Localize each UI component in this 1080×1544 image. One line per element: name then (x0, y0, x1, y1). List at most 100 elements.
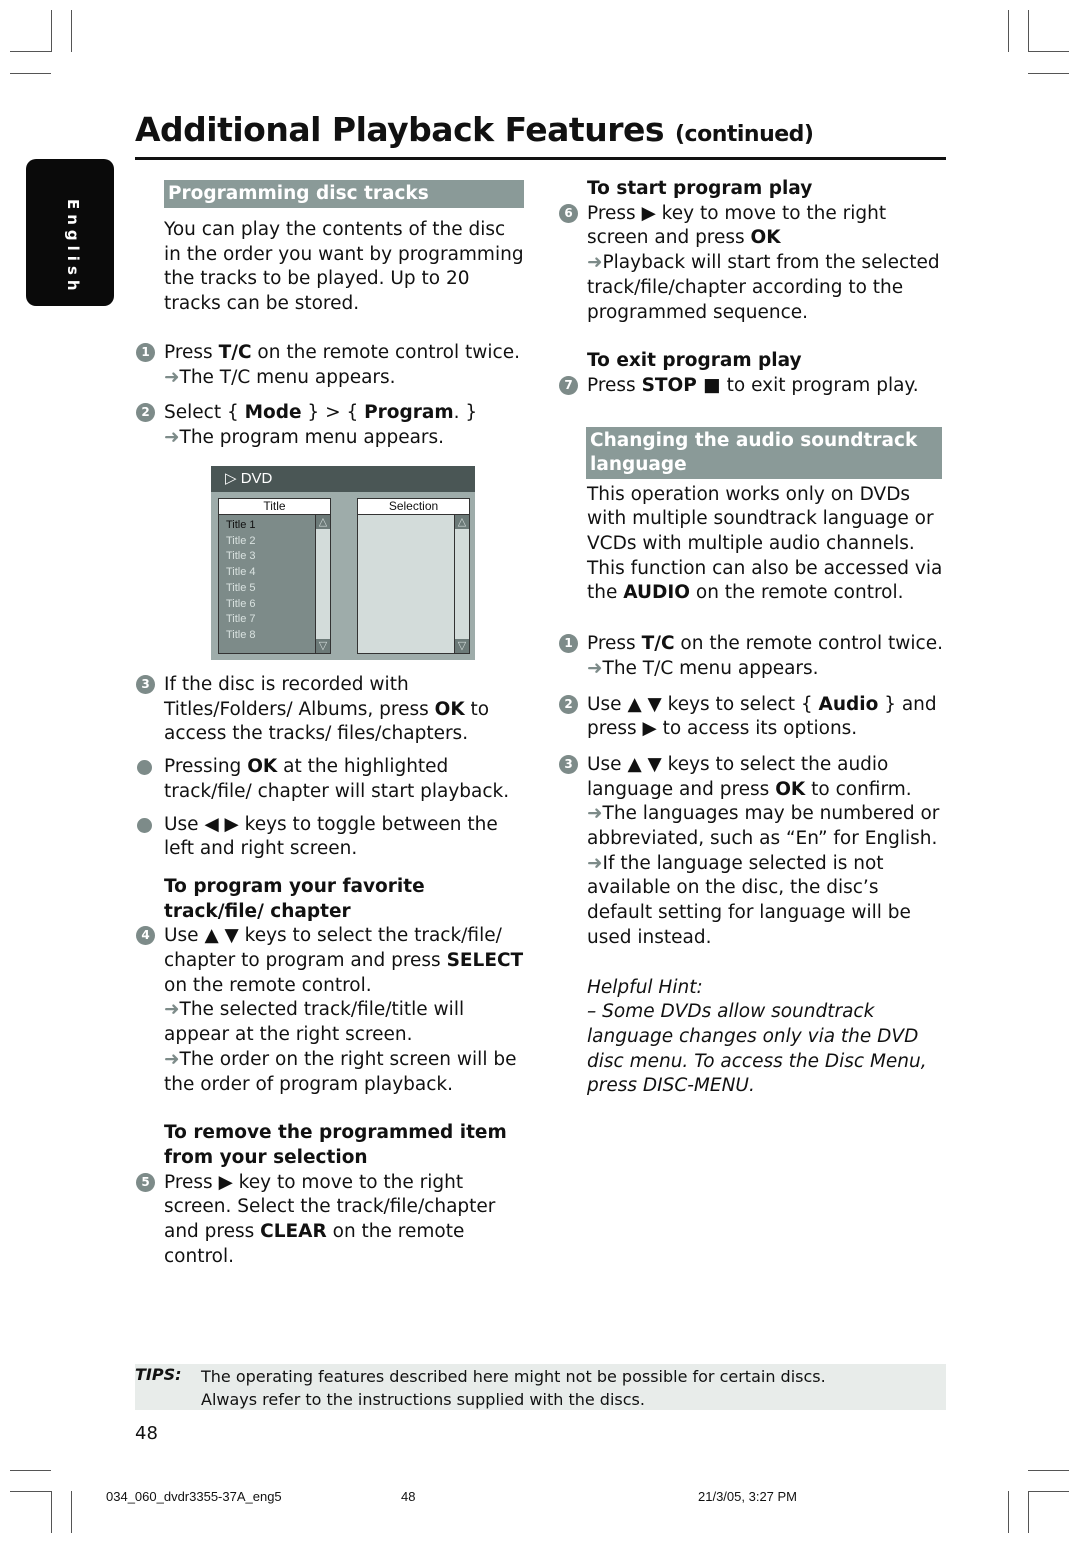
step-number-badge: 6 (559, 203, 578, 223)
arrow-icon: ➜ (164, 1048, 180, 1070)
crop-mark (71, 10, 72, 52)
step-result: The selected track/file/title will appea… (164, 999, 465, 1046)
step-5: 5 Press ▶ key to move to the right scree… (136, 1171, 529, 1270)
step-result: The order on the right screen will be th… (164, 1048, 517, 1095)
menu-label: Program (364, 402, 454, 424)
language-tab-label: English (64, 199, 82, 296)
key-label: SELECT (446, 950, 524, 972)
step-number-badge: 2 (559, 694, 578, 714)
step-text: . } (453, 402, 478, 424)
title-list: Title 1 Title 2 Title 3 Title 4 Title 5 … (219, 515, 315, 653)
key-label: OK (750, 227, 781, 249)
step-text: to confirm. (805, 778, 912, 800)
audio-intro-2: This function can also be accessed via t… (587, 557, 947, 606)
step-number-badge: 1 (136, 342, 155, 362)
audio-step-1: 1 Press T/C on the remote control twice.… (559, 632, 947, 681)
crop-mark (10, 51, 51, 52)
footer-timestamp: 21/3/05, 3:27 PM (698, 1489, 798, 1504)
title-list-item[interactable]: Title 7 (219, 612, 315, 628)
subheading-program-favorite: To program your favorite track/file/ cha… (164, 875, 425, 922)
step-text: Press (587, 633, 642, 655)
bullet-text: Pressing (164, 756, 248, 778)
scroll-up-icon[interactable]: △ (455, 515, 469, 529)
step-result: The T/C menu appears. (602, 657, 819, 679)
audio-step-3: 3 Use ▲ ▼ keys to select the audio langu… (559, 753, 947, 951)
step-result: The languages may be numbered or abbrevi… (587, 803, 940, 850)
step-text: Press (164, 341, 219, 363)
page-number: 48 (135, 1423, 158, 1444)
title-list-item[interactable]: Title 5 (219, 581, 315, 597)
section-header-programming: Programming disc tracks (164, 180, 524, 208)
selection-scrollbar[interactable]: △ ▽ (454, 515, 469, 653)
title-list-item[interactable]: Title 1 (219, 518, 315, 534)
crop-mark (51, 1491, 52, 1533)
tips-text: The operating features described here mi… (201, 1365, 826, 1411)
title-list-item[interactable]: Title 4 (219, 565, 315, 581)
tips-line: The operating features described here mi… (201, 1367, 826, 1386)
step-text: on the remote control twice. (251, 341, 520, 363)
intro-text: on the remote control. (690, 582, 904, 604)
crop-mark (10, 1470, 51, 1471)
title-list-item[interactable]: Title 2 (219, 534, 315, 550)
bullet-1: Pressing OK at the highlighted track/fil… (137, 755, 529, 804)
title-scrollbar[interactable]: △ ▽ (315, 515, 330, 653)
page-title-continued: (continued) (675, 122, 814, 147)
dvd-menu-title: DVD (240, 470, 273, 487)
step-text: Select { (164, 402, 245, 424)
selection-panel-header: Selection (358, 499, 469, 515)
crop-mark (71, 1491, 72, 1533)
title-panel: Title Title 1 Title 2 Title 3 Title 4 Ti… (218, 498, 331, 654)
crop-mark (10, 1491, 51, 1492)
crop-mark (1028, 73, 1069, 74)
arrow-icon: ➜ (587, 852, 603, 874)
step-1: 1 Press T/C on the remote control twice.… (136, 341, 524, 390)
dvd-program-menu: ▷ DVD Title Title 1 Title 2 Title 3 Titl… (211, 466, 475, 660)
section-header-audio-language: Changing the audio soundtrack language (586, 426, 942, 479)
step-number-badge: 3 (559, 754, 578, 774)
step-number-badge: 5 (136, 1172, 155, 1192)
selection-panel: Selection △ ▽ (357, 498, 470, 654)
page-title: Additional Playback Features (continued) (135, 110, 814, 149)
crop-mark (1028, 10, 1029, 52)
title-list-item[interactable]: Title 8 (219, 628, 315, 644)
language-tab: English (26, 159, 114, 306)
arrow-icon: ➜ (587, 803, 603, 825)
scroll-down-icon[interactable]: ▽ (455, 639, 469, 653)
step-text: to exit program play. (720, 374, 919, 396)
title-rule (135, 157, 946, 160)
key-label: OK (775, 778, 806, 800)
step-result: The program menu appears. (179, 426, 445, 448)
crop-mark (1008, 10, 1009, 52)
menu-label: Mode (244, 402, 302, 424)
key-label: AUDIO (623, 582, 690, 604)
tips-line: Always refer to the instructions supplie… (201, 1390, 645, 1409)
step-text: Press ▶ key to move to the right screen … (587, 202, 887, 249)
key-label: T/C (641, 633, 675, 655)
step-text: Press (587, 374, 642, 396)
subheading-start-program: To start program play (587, 178, 813, 199)
step-4: 4 Use ▲ ▼ keys to select the track/file/… (136, 924, 529, 1097)
crop-mark (1028, 1491, 1029, 1533)
title-list-item[interactable]: Title 3 (219, 549, 315, 565)
helpful-hint-title: Helpful Hint: (587, 976, 703, 998)
helpful-hint-text: – Some DVDs allow soundtrack language ch… (587, 1001, 927, 1097)
title-list-item[interactable]: Title 6 (219, 597, 315, 613)
step-number-badge: 1 (559, 634, 578, 654)
dvd-menu-header: ▷ DVD (211, 466, 475, 492)
key-label: CLEAR (260, 1221, 327, 1243)
title-panel-header: Title (219, 499, 330, 515)
arrow-icon: ➜ (587, 252, 603, 274)
menu-label: Audio (818, 693, 879, 715)
scroll-up-icon[interactable]: △ (316, 515, 330, 529)
step-text: } > { (301, 402, 365, 424)
scroll-down-icon[interactable]: ▽ (316, 639, 330, 653)
key-label: T/C (218, 341, 252, 363)
page-title-text: Additional Playback Features (135, 110, 665, 149)
arrow-icon: ➜ (587, 657, 603, 679)
arrow-icon: ➜ (164, 366, 180, 388)
step-number-badge: 4 (136, 926, 155, 946)
crop-mark (1008, 1491, 1009, 1533)
bullet-icon (137, 817, 152, 833)
step-result: Playback will start from the selected tr… (587, 252, 940, 323)
key-label: STOP ■ (641, 374, 721, 396)
